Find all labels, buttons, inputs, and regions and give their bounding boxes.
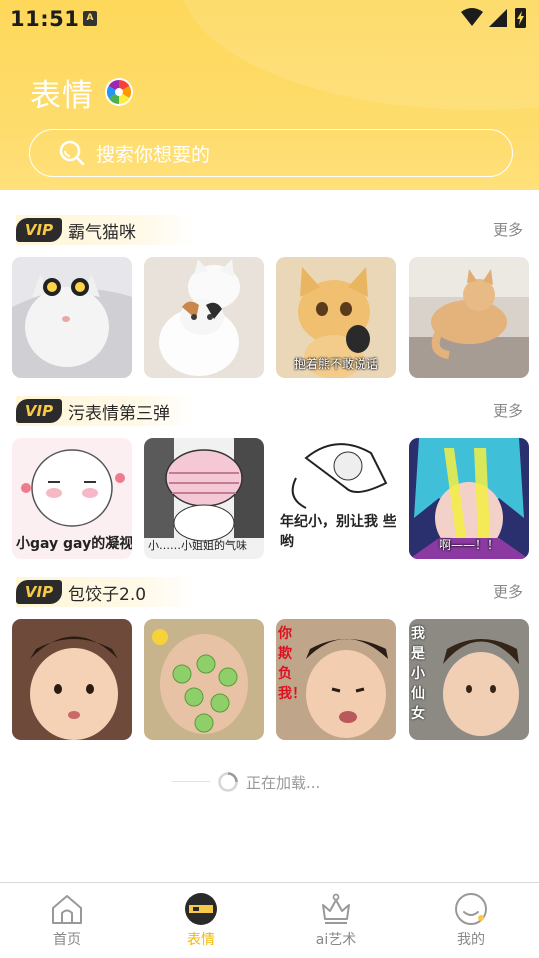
- thumbnail-caption: 你欺负我！: [278, 626, 306, 702]
- baby-image: [12, 619, 132, 740]
- sticker-thumbnail[interactable]: 你欺负我！: [276, 619, 396, 740]
- page-title-row: 表情: [30, 72, 134, 114]
- section-title: 包饺子2.0: [68, 584, 147, 605]
- thumbnail-row: 小gay gay的凝视 小……小姐姐的气味 年纪小，别让我 些哟 啊——！！: [12, 438, 529, 559]
- header: 11:51 A 表情 搜索你想要的: [0, 0, 539, 190]
- divider: [172, 781, 210, 782]
- cat-image: [12, 257, 132, 378]
- notification-icon: A: [83, 11, 97, 26]
- thumbnail-row: 你欺负我！ 我是小仙女: [12, 619, 529, 740]
- loading-indicator: 正在加载...: [0, 766, 539, 798]
- status-icons: [461, 8, 526, 28]
- more-link[interactable]: 更多: [493, 219, 523, 240]
- sticker-thumbnail[interactable]: [12, 257, 132, 378]
- nav-emoji[interactable]: 表情: [156, 891, 246, 953]
- status-bar: 11:51 A: [0, 0, 539, 36]
- cat-image: [144, 257, 264, 378]
- vip-badge: VIP: [16, 580, 62, 604]
- emoji-icon: [185, 893, 217, 925]
- nav-label: 表情: [187, 932, 215, 948]
- thumbnail-caption: 小……小姐姐的气味: [148, 539, 247, 552]
- signal-icon: [489, 9, 507, 27]
- profile-icon: [455, 893, 487, 925]
- nav-label: 我的: [457, 932, 485, 948]
- sticker-thumbnail[interactable]: 小gay gay的凝视: [12, 438, 132, 559]
- sticker-thumbnail[interactable]: 我是小仙女: [409, 619, 529, 740]
- more-link[interactable]: 更多: [493, 581, 523, 602]
- status-time: 11:51: [10, 7, 80, 31]
- thumbnail-row: 抱着熊不敢说话: [12, 257, 529, 378]
- section-header: VIP 污表情第三弹: [16, 396, 196, 426]
- home-icon: [52, 895, 82, 924]
- thumbnail-caption: 小gay gay的凝视: [16, 536, 132, 552]
- section-title: 污表情第三弹: [68, 403, 170, 424]
- sticker-thumbnail[interactable]: [12, 619, 132, 740]
- search-placeholder: 搜索你想要的: [96, 143, 211, 166]
- search-icon: [59, 140, 85, 166]
- section-title: 霸气猫咪: [68, 222, 136, 243]
- nav-profile[interactable]: 我的: [426, 891, 516, 953]
- nav-label: ai艺术: [315, 932, 357, 948]
- sticker-thumbnail[interactable]: 年纪小，别让我 些哟: [276, 438, 396, 559]
- crown-icon: [322, 893, 350, 924]
- sticker-thumbnail[interactable]: 抱着熊不敢说话: [276, 257, 396, 378]
- loading-text: 正在加载...: [246, 774, 321, 792]
- vip-badge: VIP: [16, 218, 62, 242]
- more-link[interactable]: 更多: [493, 400, 523, 421]
- baby-image: [144, 619, 264, 740]
- thumbnail-caption: 抱着熊不敢说话: [293, 357, 378, 371]
- bottom-nav: 首页 表情 ai艺术 我的: [0, 882, 539, 958]
- pinwheel-icon: [105, 78, 133, 106]
- section-header: VIP 包饺子2.0: [16, 577, 196, 607]
- thumbnail-caption: 我是小仙女: [411, 626, 425, 722]
- page-title: 表情: [30, 77, 94, 114]
- search-input[interactable]: 搜索你想要的: [29, 129, 513, 177]
- nav-label: 首页: [53, 932, 81, 948]
- spinner-icon: [218, 772, 238, 792]
- thumbnail-caption: 啊——！！: [438, 538, 499, 552]
- thumbnail-caption: 年纪小，别让我 些哟: [280, 514, 396, 550]
- sticker-thumbnail[interactable]: [144, 257, 264, 378]
- sticker-thumbnail[interactable]: [409, 257, 529, 378]
- vip-badge: VIP: [16, 399, 62, 423]
- sticker-thumbnail[interactable]: [144, 619, 264, 740]
- cat-image: [409, 257, 529, 378]
- sticker-thumbnail[interactable]: 小……小姐姐的气味: [144, 438, 264, 559]
- nav-ai-art[interactable]: ai艺术: [291, 891, 381, 953]
- wifi-icon: [461, 8, 483, 26]
- sticker-thumbnail[interactable]: 啊——！！: [409, 438, 529, 559]
- section-header: VIP 霸气猫咪: [16, 215, 196, 245]
- nav-home[interactable]: 首页: [22, 891, 112, 953]
